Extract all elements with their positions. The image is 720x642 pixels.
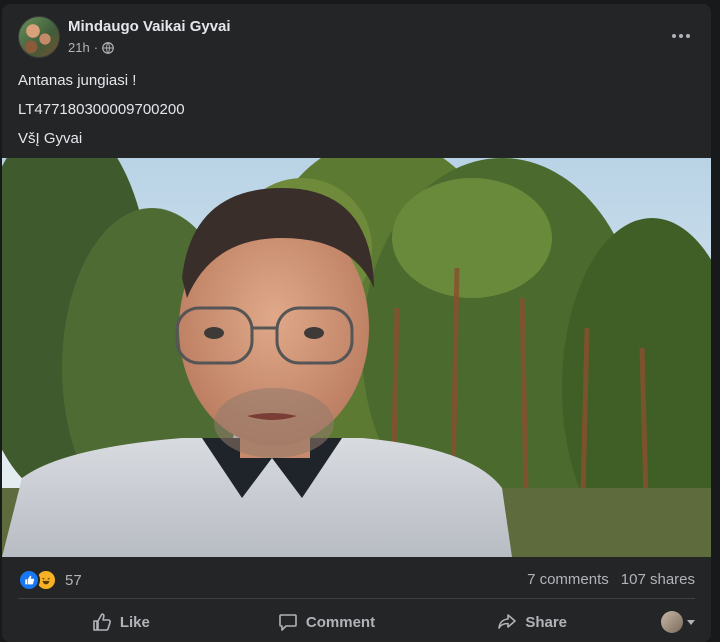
engagement-counts: 7 comments 107 shares xyxy=(527,571,695,588)
actions-divider xyxy=(18,598,695,599)
more-options-icon[interactable] xyxy=(667,24,695,48)
comment-icon xyxy=(279,614,297,631)
like-button[interactable]: Like xyxy=(18,604,224,640)
post-card: Mindaugo Vaikai Gyvai 21h · Antanas jung… xyxy=(2,4,711,642)
like-label: Like xyxy=(119,613,150,631)
post-header: Mindaugo Vaikai Gyvai 21h · xyxy=(18,16,695,60)
reactions-summary[interactable]: 57 xyxy=(18,569,82,591)
viewer-avatar xyxy=(661,611,684,633)
globe-icon[interactable] xyxy=(102,41,114,54)
meta-separator: · xyxy=(93,40,99,55)
share-button[interactable]: Share xyxy=(429,604,635,640)
post-line: VšĮ Gyvai xyxy=(18,130,83,147)
shares-count[interactable]: 107 shares xyxy=(621,571,695,588)
thumbs-up-icon xyxy=(93,613,111,631)
caret-down-icon xyxy=(687,619,696,625)
post-meta: 21h · xyxy=(68,40,114,55)
post-line: Antanas jungiasi ! xyxy=(18,72,137,89)
comment-label: Comment xyxy=(305,613,376,631)
post-text: Antanas jungiasi ! LT477180300009700200 … xyxy=(18,66,185,153)
video-frame xyxy=(2,158,711,557)
post-as-selector[interactable] xyxy=(635,604,696,640)
share-arrow-icon xyxy=(498,614,517,629)
comment-button[interactable]: Comment xyxy=(224,604,430,640)
post-actions: Like Comment Share xyxy=(18,604,696,640)
comments-count[interactable]: 7 comments xyxy=(527,571,609,588)
reaction-count: 57 xyxy=(65,571,82,589)
post-line: LT477180300009700200 xyxy=(18,101,185,118)
share-label: Share xyxy=(525,613,568,631)
page-avatar[interactable] xyxy=(18,16,60,58)
post-video[interactable] xyxy=(2,158,711,557)
author-name[interactable]: Mindaugo Vaikai Gyvai xyxy=(68,18,231,35)
post-stats: 57 7 comments 107 shares xyxy=(2,559,711,597)
like-reaction-icon xyxy=(18,569,40,591)
post-time[interactable]: 21h xyxy=(68,40,90,55)
